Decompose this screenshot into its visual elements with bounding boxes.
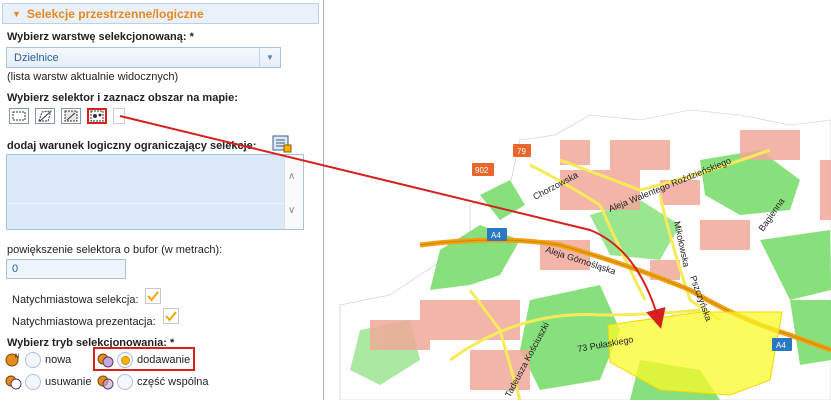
annotation-arrow xyxy=(119,115,666,329)
